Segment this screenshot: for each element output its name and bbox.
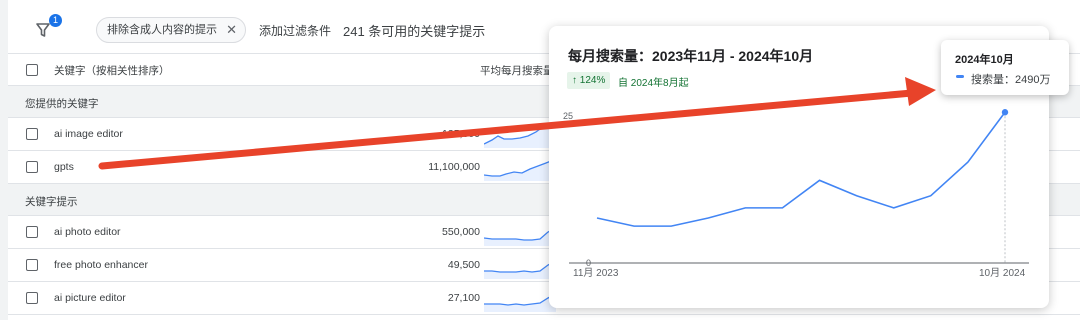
section-label: 关键字提示 bbox=[25, 196, 78, 208]
result-count: 241 条可用的关键字提示 bbox=[343, 24, 486, 39]
keyword-cell: ai picture editor bbox=[54, 292, 126, 304]
y-axis-top-label: 25 bbox=[563, 111, 573, 121]
row-checkbox[interactable] bbox=[26, 161, 38, 173]
volume-cell: 49,500 bbox=[447, 259, 480, 271]
adult-content-filter-chip[interactable]: 排除含成人内容的提示 ✕ bbox=[96, 17, 246, 43]
add-filter-button[interactable]: 添加过滤条件 bbox=[259, 22, 331, 39]
row-checkbox[interactable] bbox=[26, 292, 38, 304]
volume-cell: 135,000 bbox=[442, 128, 480, 140]
data-point[interactable] bbox=[1001, 109, 1009, 116]
series-legend-dot bbox=[956, 75, 964, 78]
chart-tooltip: 2024年10月 搜索量：2490万 bbox=[941, 40, 1069, 95]
keyword-cell: ai image editor bbox=[54, 128, 123, 140]
trend-sparkline bbox=[484, 260, 556, 279]
trend-sparkline bbox=[484, 158, 556, 181]
column-header-volume[interactable]: 平均每月搜索量 bbox=[480, 63, 554, 78]
x-axis-start-label: 11月 2023 bbox=[573, 267, 619, 279]
row-checkbox[interactable] bbox=[26, 259, 38, 271]
tooltip-value: 搜索量：2490万 bbox=[971, 74, 1051, 86]
section-label: 您提供的关键字 bbox=[25, 98, 99, 110]
select-all-checkbox[interactable] bbox=[26, 64, 38, 76]
volume-cell: 27,100 bbox=[447, 292, 480, 304]
close-icon[interactable]: ✕ bbox=[226, 18, 237, 42]
trend-sparkline bbox=[484, 293, 556, 312]
series-line bbox=[596, 111, 1006, 227]
keyword-cell: ai photo editor bbox=[54, 226, 121, 238]
chip-label: 排除含成人内容的提示 bbox=[107, 24, 217, 36]
filter-count-badge: 1 bbox=[49, 14, 62, 27]
keyword-cell: free photo enhancer bbox=[54, 259, 148, 271]
column-header-keyword[interactable]: 关键字（按相关性排序） bbox=[54, 63, 170, 78]
keyword-cell: gpts bbox=[54, 161, 74, 173]
row-checkbox[interactable] bbox=[26, 128, 38, 140]
row-checkbox[interactable] bbox=[26, 226, 38, 238]
volume-cell: 550,000 bbox=[442, 226, 480, 238]
tooltip-date: 2024年10月 bbox=[955, 54, 1014, 66]
x-axis-end-label: 10月 2024 bbox=[979, 267, 1026, 279]
y-axis-zero-label: 0 bbox=[586, 258, 591, 268]
trend-sparkline bbox=[484, 227, 556, 246]
filter-button[interactable]: 1 bbox=[34, 14, 62, 40]
volume-cell: 11,100,000 bbox=[428, 161, 480, 173]
trend-sparkline bbox=[484, 123, 556, 148]
